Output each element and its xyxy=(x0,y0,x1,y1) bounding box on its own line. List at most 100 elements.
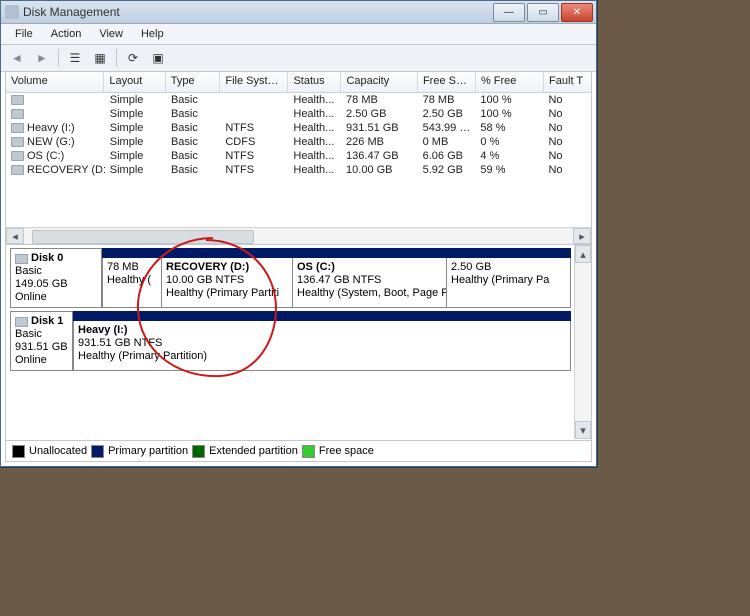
cell-capacity: 2.50 GB xyxy=(341,108,418,120)
content: Volume Layout Type File System Status Ca… xyxy=(5,71,592,462)
scroll-left-icon[interactable]: ◂ xyxy=(6,228,24,244)
drive-icon xyxy=(11,165,24,175)
volume-list-header: Volume Layout Type File System Status Ca… xyxy=(6,72,591,93)
back-button[interactable]: ◄ xyxy=(5,47,29,69)
scroll-thumb[interactable] xyxy=(32,230,254,244)
legend-unallocated: Unallocated xyxy=(29,445,87,457)
cell-fault: No xyxy=(543,150,591,162)
titlebar: Disk Management — ▭ ✕ xyxy=(1,1,596,24)
partition[interactable]: RECOVERY (D:)10.00 GB NTFSHealthy (Prima… xyxy=(162,258,293,308)
cell-capacity: 10.00 GB xyxy=(341,164,418,176)
cell-free: 0 MB xyxy=(418,136,476,148)
drive-icon xyxy=(11,109,24,119)
cell-fs: NTFS xyxy=(220,122,288,134)
legend-swatch-extended xyxy=(192,445,205,458)
legend-free: Free space xyxy=(319,445,374,457)
partition[interactable]: OS (C:)136.47 GB NTFSHealthy (System, Bo… xyxy=(293,258,447,308)
volume-row[interactable]: Heavy (I:)SimpleBasicNTFSHealth...931.51… xyxy=(6,121,591,135)
disk-status: Online xyxy=(15,291,97,304)
volume-list: Volume Layout Type File System Status Ca… xyxy=(6,72,591,245)
cell-free: 78 MB xyxy=(418,94,476,106)
volume-row[interactable]: NEW (G:)SimpleBasicCDFSHealth...226 MB0 … xyxy=(6,135,591,149)
cell-free: 543.99 GB xyxy=(418,122,476,134)
cell-type: Basic xyxy=(166,94,220,106)
col-pfree[interactable]: % Free xyxy=(476,72,544,92)
col-volume[interactable]: Volume xyxy=(6,72,104,92)
disk-row: Disk 0Basic149.05 GBOnline78 MBHealthy (… xyxy=(10,248,571,308)
volume-row[interactable]: RECOVERY (D:)SimpleBasicNTFSHealth...10.… xyxy=(6,163,591,177)
cell-status: Health... xyxy=(288,94,341,106)
cell-fault: No xyxy=(543,136,591,148)
disk-type: Basic xyxy=(15,328,68,341)
cell-free: 6.06 GB xyxy=(418,150,476,162)
partition[interactable]: 78 MBHealthy ( xyxy=(102,258,162,308)
minimize-button[interactable]: — xyxy=(493,3,525,22)
cell-status: Health... xyxy=(288,122,341,134)
refresh-button[interactable]: ⟳ xyxy=(121,47,145,69)
menu-view[interactable]: View xyxy=(91,26,131,42)
menu-help[interactable]: Help xyxy=(133,26,172,42)
disk-info[interactable]: Disk 0Basic149.05 GBOnline xyxy=(10,248,102,308)
scroll-down-icon[interactable]: ▾ xyxy=(575,421,591,439)
forward-button[interactable]: ► xyxy=(30,47,54,69)
cell-volume: Heavy (I:) xyxy=(6,122,105,134)
drive-icon xyxy=(11,123,24,133)
col-layout[interactable]: Layout xyxy=(104,72,165,92)
legend-extended: Extended partition xyxy=(209,445,298,457)
maximize-button[interactable]: ▭ xyxy=(527,3,559,22)
cell-type: Basic xyxy=(166,108,220,120)
cell-pfree: 58 % xyxy=(475,122,543,134)
partition-size: 2.50 GB xyxy=(451,261,491,273)
col-capacity[interactable]: Capacity xyxy=(341,72,418,92)
scroll-right-icon[interactable]: ▸ xyxy=(573,228,591,244)
partition[interactable]: Heavy (I:)931.51 GB NTFSHealthy (Primary… xyxy=(73,321,571,371)
col-status[interactable]: Status xyxy=(288,72,341,92)
volume-list-body[interactable]: SimpleBasicHealth...78 MB78 MB100 %NoSim… xyxy=(6,93,591,227)
drive-icon xyxy=(11,137,24,147)
cell-layout: Simple xyxy=(105,122,166,134)
hide-actions-button[interactable]: ▦ xyxy=(88,47,112,69)
col-fault[interactable]: Fault T xyxy=(544,72,591,92)
cell-capacity: 226 MB xyxy=(341,136,418,148)
partition-title: RECOVERY (D:) xyxy=(166,261,249,273)
disk-icon xyxy=(15,317,28,327)
legend-primary: Primary partition xyxy=(108,445,188,457)
horizontal-scrollbar[interactable]: ◂ ▸ xyxy=(6,227,591,244)
show-console-tree-button[interactable]: ☰ xyxy=(63,47,87,69)
properties-button[interactable]: ▣ xyxy=(146,47,170,69)
disk-info[interactable]: Disk 1Basic931.51 GBOnline xyxy=(10,311,73,371)
legend-swatch-primary xyxy=(91,445,104,458)
cell-pfree: 100 % xyxy=(475,94,543,106)
col-fs[interactable]: File System xyxy=(220,72,288,92)
cell-layout: Simple xyxy=(105,108,166,120)
cell-fs: NTFS xyxy=(220,164,288,176)
menu-action[interactable]: Action xyxy=(43,26,90,42)
partition-title: OS (C:) xyxy=(297,261,335,273)
scroll-up-icon[interactable]: ▴ xyxy=(575,245,591,263)
vertical-scrollbar[interactable]: ▴ ▾ xyxy=(574,245,591,439)
cell-pfree: 59 % xyxy=(475,164,543,176)
cell-volume xyxy=(6,109,105,119)
scroll-track[interactable] xyxy=(24,229,573,243)
col-type[interactable]: Type xyxy=(166,72,221,92)
col-free[interactable]: Free Spa... xyxy=(418,72,476,92)
volume-row[interactable]: SimpleBasicHealth...2.50 GB2.50 GB100 %N… xyxy=(6,107,591,121)
close-button[interactable]: ✕ xyxy=(561,3,593,22)
cell-fault: No xyxy=(543,122,591,134)
disk-name: Disk 0 xyxy=(31,252,63,265)
cell-volume: RECOVERY (D:) xyxy=(6,164,105,176)
drive-icon xyxy=(11,95,24,105)
cell-capacity: 136.47 GB xyxy=(341,150,418,162)
cell-layout: Simple xyxy=(105,150,166,162)
volume-row[interactable]: SimpleBasicHealth...78 MB78 MB100 %No xyxy=(6,93,591,107)
partition[interactable]: 2.50 GBHealthy (Primary Pa xyxy=(447,258,571,308)
volume-row[interactable]: OS (C:)SimpleBasicNTFSHealth...136.47 GB… xyxy=(6,149,591,163)
cell-free: 5.92 GB xyxy=(418,164,476,176)
separator xyxy=(116,49,117,67)
partition-size: 136.47 GB NTFS xyxy=(297,274,381,286)
cell-type: Basic xyxy=(166,136,220,148)
cell-free: 2.50 GB xyxy=(418,108,476,120)
cell-status: Health... xyxy=(288,164,341,176)
menu-file[interactable]: File xyxy=(7,26,41,42)
scroll-track[interactable] xyxy=(575,263,591,421)
